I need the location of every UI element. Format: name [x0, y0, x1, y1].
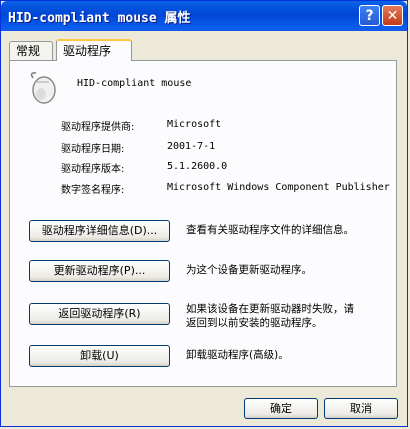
device-name: HID-compliant mouse: [77, 78, 192, 89]
rollback-description-line2: 返回到以前安装的驱动程序。: [186, 317, 323, 329]
update-driver-description: 为这个设备更新驱动程序。: [186, 264, 312, 276]
driver-details-description: 查看有关驱动程序文件的详细信息。: [186, 224, 354, 236]
rollback-description-line1: 如果该设备在更新驱动器时失败，请: [186, 303, 354, 315]
mouse-icon: [30, 72, 56, 104]
date-value: 2001-7-1: [167, 141, 216, 152]
signer-label: 数字签名程序:: [61, 185, 125, 196]
window-title: HID-compliant mouse 属性: [8, 11, 191, 26]
uninstall-button[interactable]: 卸载(U): [29, 345, 170, 367]
cancel-button[interactable]: 取消: [324, 398, 398, 419]
ok-button[interactable]: 确定: [244, 398, 318, 419]
rollback-driver-button[interactable]: 返回驱动程序(R): [29, 303, 170, 325]
signer-value: Microsoft Windows Component Publisher: [167, 182, 390, 193]
properties-window: HID-compliant mouse 属性 ? ✕ 常规 驱动程序 HID-c…: [0, 0, 408, 427]
title-bar[interactable]: HID-compliant mouse 属性 ? ✕: [1, 1, 407, 31]
provider-label: 驱动程序提供商:: [61, 122, 135, 133]
uninstall-description: 卸载驱动程序(高级)。: [186, 349, 289, 361]
date-label: 驱动程序日期:: [61, 144, 125, 155]
close-button[interactable]: ✕: [382, 5, 403, 26]
version-label: 驱动程序版本:: [61, 164, 125, 175]
tab-driver[interactable]: 驱动程序: [56, 39, 132, 61]
tab-general[interactable]: 常规: [9, 41, 53, 60]
driver-details-button[interactable]: 驱动程序详细信息(D)...: [29, 220, 170, 242]
update-driver-button[interactable]: 更新驱动程序(P)...: [29, 260, 170, 282]
help-button[interactable]: ?: [359, 5, 380, 26]
provider-value: Microsoft: [167, 119, 222, 130]
version-value: 5.1.2600.0: [167, 161, 228, 172]
